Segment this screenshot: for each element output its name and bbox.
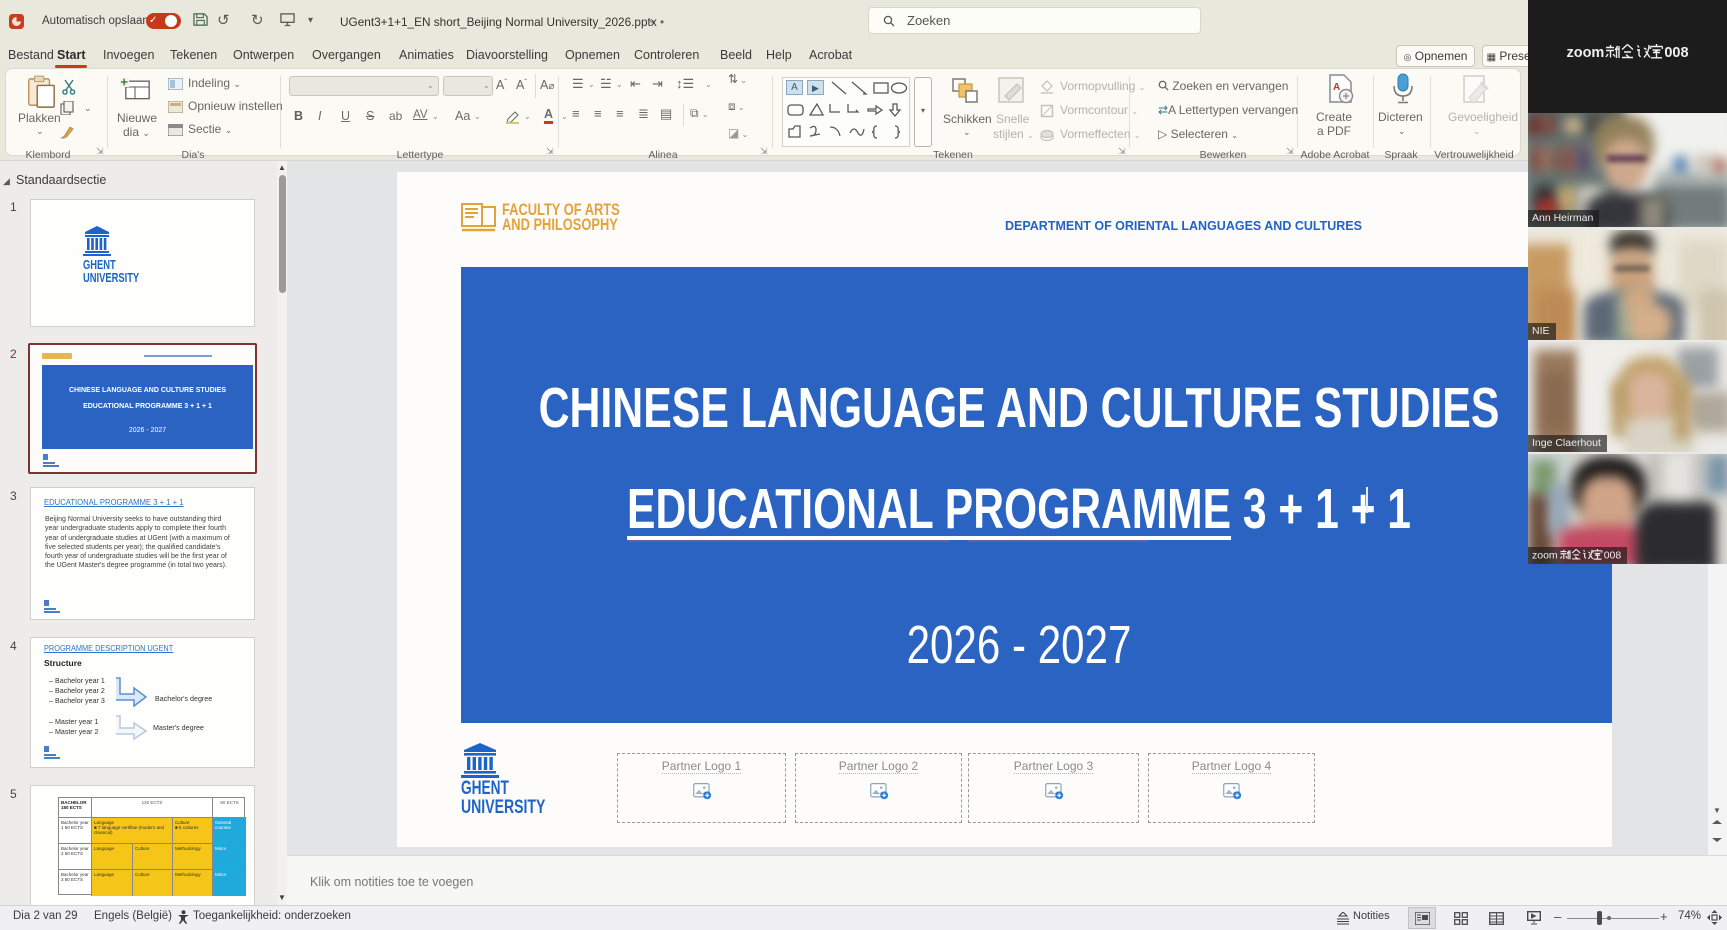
svg-text:A: A [1333,82,1340,93]
